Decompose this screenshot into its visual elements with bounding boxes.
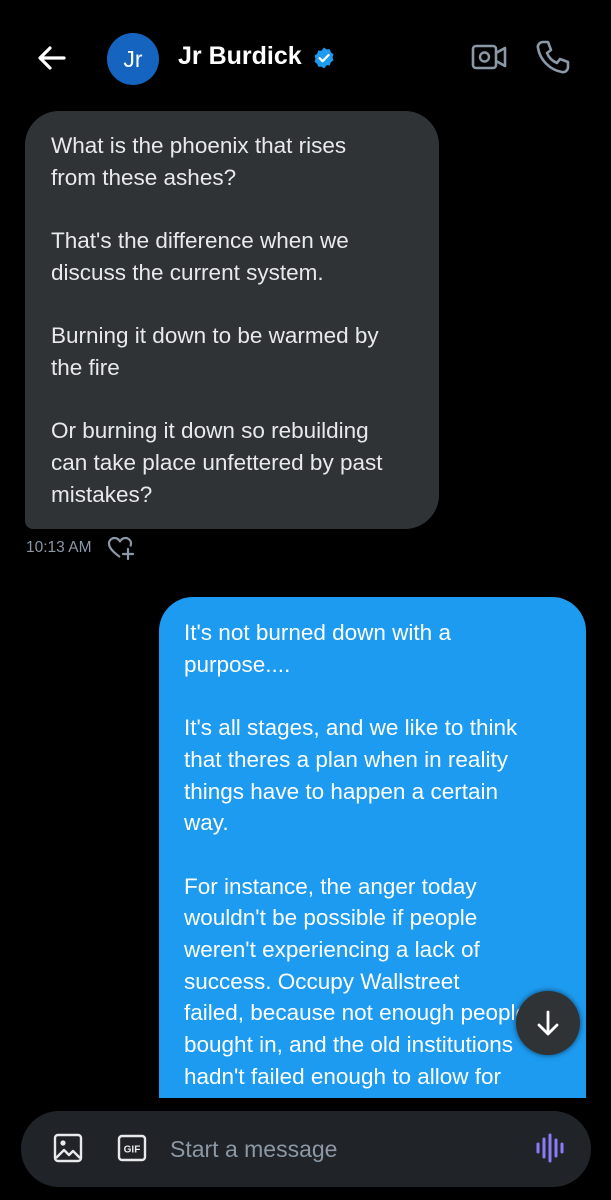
video-call-button[interactable] <box>470 38 508 76</box>
phone-call-button[interactable] <box>534 38 572 76</box>
image-icon <box>53 1133 83 1163</box>
message-paragraph: It's not burned down with a purpose.... <box>184 620 451 677</box>
voice-waveform-icon <box>536 1133 564 1163</box>
message-composer: GIF <box>21 1111 591 1187</box>
conversation-header: Jr Jr Burdick <box>0 0 611 112</box>
message-paragraph: Burning it down to be warmed by the fire <box>51 323 379 380</box>
heart-plus-icon <box>107 536 135 561</box>
phone-icon <box>536 40 570 74</box>
back-arrow-icon <box>38 46 66 70</box>
voice-message-button[interactable] <box>533 1131 567 1165</box>
video-call-icon <box>471 44 507 70</box>
add-image-button[interactable] <box>52 1132 84 1164</box>
message-paragraph: It's all stages, and we like to think th… <box>184 715 518 836</box>
verified-badge-icon <box>314 47 334 69</box>
message-paragraph: For instance, the anger today wouldn't b… <box>184 873 529 1089</box>
incoming-message-bubble[interactable]: What is the phoenix that rises from thes… <box>25 111 439 529</box>
message-timestamp: 10:13 AM <box>26 539 92 556</box>
gif-icon: GIF <box>117 1134 147 1162</box>
avatar[interactable]: Jr <box>107 33 159 85</box>
arrow-down-icon <box>537 1010 559 1036</box>
add-reaction-button[interactable] <box>107 535 135 561</box>
outgoing-message-bubble[interactable]: It's not burned down with a purpose.... … <box>159 597 586 1157</box>
add-gif-button[interactable]: GIF <box>117 1134 147 1162</box>
message-paragraph: Or burning it down so rebuilding can tak… <box>51 418 383 507</box>
back-button[interactable] <box>32 38 72 78</box>
contact-name[interactable]: Jr Burdick <box>178 42 302 71</box>
message-paragraph: That's the difference when we discuss th… <box>51 228 349 285</box>
message-input[interactable] <box>170 1129 510 1169</box>
scroll-to-bottom-button[interactable] <box>516 991 580 1055</box>
message-paragraph: What is the phoenix that rises from thes… <box>51 133 347 190</box>
gif-label: GIF <box>124 1145 141 1156</box>
